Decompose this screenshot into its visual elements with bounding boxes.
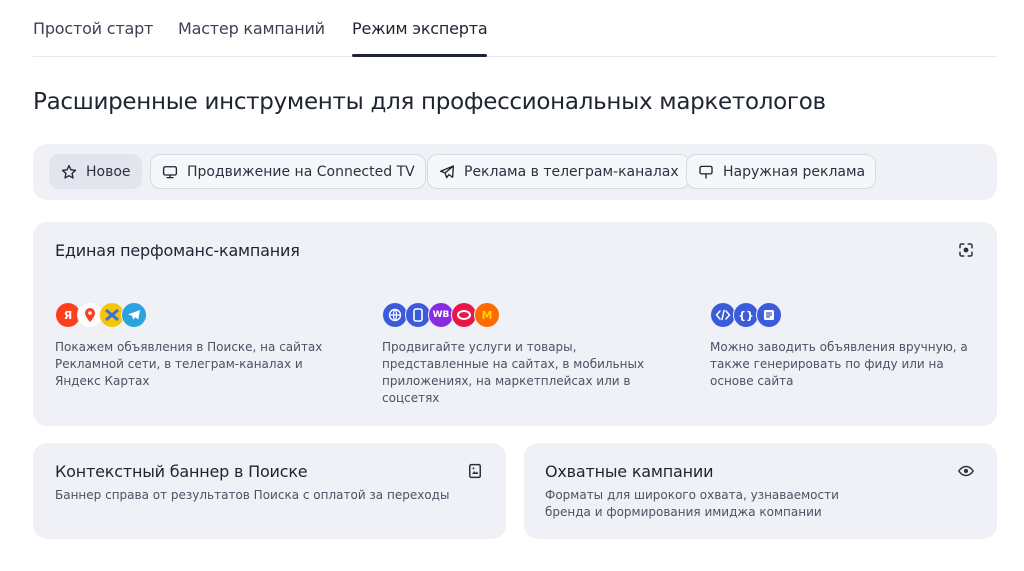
chip-telegram-ads[interactable]: Реклама в телеграм-каналах [427,154,690,189]
chip-new[interactable]: Новое [49,154,142,189]
unified-performance-card[interactable]: Единая перфоманс-кампания Я Покажем объя… [33,222,997,426]
document-list-icon [756,302,782,328]
market-logo-icon: M [474,302,500,328]
ad-creation-logos: {} [710,302,790,330]
filter-chip-bar: Новое Продвижение на Connected TV Реклам… [33,144,997,200]
card-desc: Можно заводить объявления вручную, а так… [710,340,968,388]
chip-label: Новое [86,163,131,180]
focus-scan-icon [959,243,973,257]
ad-networks-logos: Я [55,302,155,330]
billboard-icon [699,165,713,179]
card-desc: Форматы для широкого охвата, узнаваемост… [545,488,839,519]
card-desc: Баннер справа от результатов Поиска с оп… [55,488,450,502]
chip-connected-tv[interactable]: Продвижение на Connected TV [150,154,426,189]
card-title: Контекстный баннер в Поиске [55,462,308,481]
tab-expert-mode[interactable]: Режим эксперта [352,19,488,38]
page-title: Расширенные инструменты для профессионал… [33,89,826,115]
mode-tabs: Простой старт Мастер кампаний Режим эксп… [33,0,997,57]
banner-image-icon [469,463,481,479]
search-banner-card[interactable]: Контекстный баннер в Поиске Баннер справ… [33,443,506,539]
telegram-icon [121,302,147,328]
chip-label: Реклама в телеграм-каналах [464,163,679,180]
card-desc: Покажем объявления в Поиске, на сайтах Р… [55,340,323,388]
tab-simple-start[interactable]: Простой старт [33,19,153,38]
promotion-targets-logos: WB M [382,302,507,330]
chip-label: Продвижение на Connected TV [187,163,415,180]
chip-label: Наружная реклама [723,163,866,180]
card-desc: Продвигайте услуги и товары, представлен… [382,340,645,405]
eye-icon [958,465,974,477]
active-tab-indicator [352,54,487,57]
card-title: Охватные кампании [545,462,714,481]
star-icon [61,164,77,179]
card-title: Единая перфоманс-кампания [55,241,300,260]
reach-campaigns-card[interactable]: Охватные кампании Форматы для широкого о… [524,443,997,539]
chip-outdoor-ads[interactable]: Наружная реклама [686,154,877,189]
tab-campaign-wizard[interactable]: Мастер кампаний [178,19,325,38]
tv-icon [162,165,178,178]
paper-plane-icon [439,164,455,178]
